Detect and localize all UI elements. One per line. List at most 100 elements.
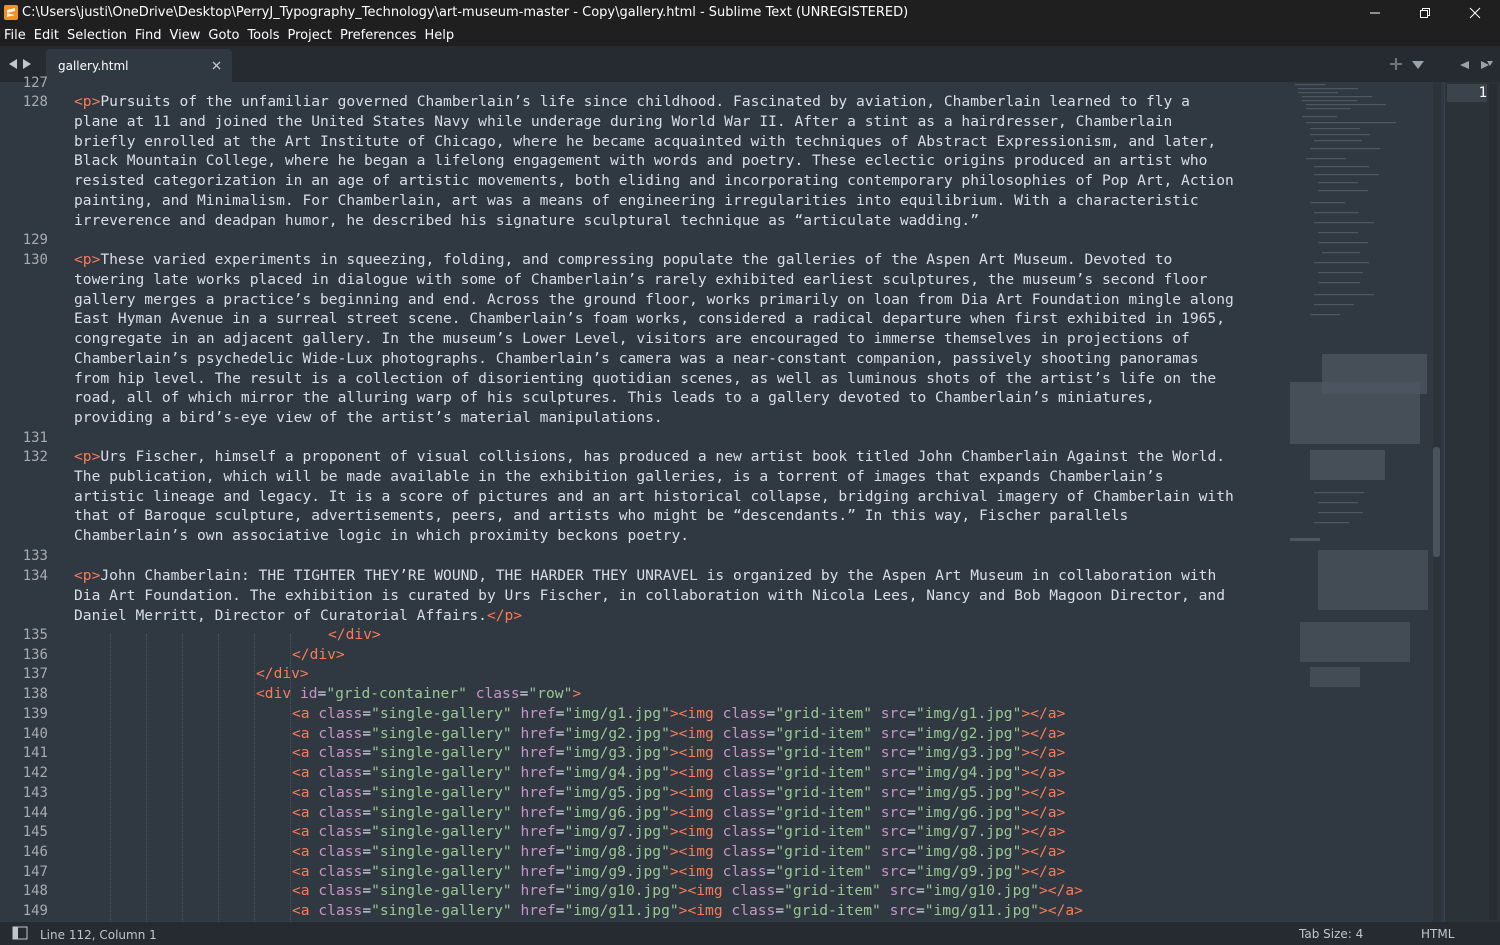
- line-number: 134: [22, 568, 48, 584]
- tab-close-icon[interactable]: [206, 61, 226, 70]
- window-title: C:\Users\justi\OneDrive\Desktop\PerryJ_T…: [22, 5, 909, 20]
- code-line-gallery: <a class="single-gallery" href="img/g9.j…: [292, 863, 1066, 880]
- code-line-gallery: <a class="single-gallery" href="img/g2.j…: [292, 725, 1066, 742]
- menu-preferences[interactable]: Preferences: [336, 28, 420, 43]
- second-editor-pane[interactable]: 1: [1444, 82, 1500, 922]
- line-number: 146: [22, 844, 48, 860]
- code-line: painting, and Minimalism. For Chamberlai…: [74, 191, 1199, 209]
- menu-help[interactable]: Help: [420, 28, 458, 43]
- code-line: </div>: [328, 626, 381, 643]
- line-number: 132: [22, 449, 48, 465]
- tab-gallery-html[interactable]: gallery.html: [46, 49, 232, 82]
- syntax-indicator[interactable]: HTML: [1421, 927, 1454, 941]
- code-line: <div id="grid-container" class="row">: [256, 685, 582, 702]
- code-line-gallery: <a class="single-gallery" href="img/g7.j…: [292, 823, 1066, 840]
- panel-toggle-icon[interactable]: [12, 926, 28, 943]
- code-line: Black Mountain College, where he began a…: [74, 152, 1208, 170]
- code-line: </div>: [256, 665, 309, 682]
- menu-bar: File Edit Selection Find View Goto Tools…: [0, 25, 1500, 46]
- menu-project[interactable]: Project: [283, 28, 335, 43]
- status-left: Line 112, Column 1: [12, 926, 157, 943]
- editor-area[interactable]: 127 128 129 130 131 132 133 134 135 136 …: [0, 75, 1500, 922]
- pane-right-icon[interactable]: [1480, 55, 1494, 74]
- code-line: East Hyman Avenue in a surreal street sc…: [74, 310, 1225, 328]
- line-number: 149: [22, 903, 48, 919]
- arrow-right-icon[interactable]: [22, 55, 32, 74]
- new-tab-plus-icon[interactable]: [1390, 55, 1402, 74]
- code-line: irreverence and deadpan humor, he descri…: [74, 211, 979, 229]
- status-bar: Line 112, Column 1 Tab Size: 4 HTML: [0, 922, 1500, 945]
- code-line: resisted categorization in an age of art…: [74, 172, 1234, 189]
- line-number: 1: [1447, 84, 1487, 102]
- code-line-gallery: <a class="single-gallery" href="img/g11.…: [292, 902, 1083, 919]
- code-line: Chamberlain’s psychedelic Wide-Lux photo…: [74, 349, 1199, 367]
- code-line: towering late works placed in dialogue w…: [74, 270, 1208, 288]
- code-line-gallery: <a class="single-gallery" href="img/g4.j…: [292, 764, 1066, 781]
- code-line: from hip level. The result is a collecti…: [74, 369, 1217, 387]
- line-number: 138: [22, 686, 48, 702]
- line-number: 141: [22, 745, 48, 761]
- code-line: congregate in an adjacent gallery. In th…: [74, 330, 1190, 347]
- code-line: Daniel Merritt, Director of Curatorial A…: [74, 606, 523, 624]
- menu-view[interactable]: View: [166, 28, 205, 43]
- tab-bar: gallery.html: [0, 46, 1500, 82]
- code-line-gallery: <a class="single-gallery" href="img/g8.j…: [292, 843, 1066, 860]
- line-number: 130: [22, 252, 48, 268]
- pane-left-icon[interactable]: [1458, 55, 1470, 74]
- code-line: Dia Art Foundation. The exhibition is cu…: [74, 586, 1225, 604]
- code-line: plane at 11 and joined the United States…: [74, 112, 1173, 130]
- line-number: 144: [22, 805, 48, 821]
- line-number: 140: [22, 726, 48, 742]
- code-line: <p>Urs Fischer, himself a proponent of v…: [74, 448, 1226, 465]
- tabbar-controls: [1390, 55, 1494, 74]
- menu-goto[interactable]: Goto: [204, 28, 243, 43]
- code-line: briefly enrolled at the Art Institute of…: [74, 132, 1217, 150]
- scrollbar-thumb[interactable]: [1433, 447, 1440, 557]
- arrow-left-icon[interactable]: [8, 55, 18, 74]
- line-number: 148: [22, 883, 48, 899]
- menu-file[interactable]: File: [0, 28, 30, 43]
- menu-find[interactable]: Find: [131, 28, 166, 43]
- code-line-gallery: <a class="single-gallery" href="img/g1.j…: [292, 705, 1066, 722]
- tab-size-indicator[interactable]: Tab Size: 4: [1299, 927, 1363, 941]
- line-number: 127: [22, 75, 48, 91]
- menu-selection[interactable]: Selection: [63, 28, 131, 43]
- minimap[interactable]: [1290, 82, 1440, 692]
- code-line: artistic lineage and legacy. It is a sco…: [74, 487, 1234, 505]
- line-gutter: 127 128 129 130 131 132 133 134 135 136 …: [0, 75, 60, 922]
- restore-icon[interactable]: [1400, 0, 1450, 25]
- tab-nav: [8, 55, 32, 74]
- line-number: 143: [22, 785, 48, 801]
- sublime-text-icon: [4, 5, 18, 20]
- cursor-position: Line 112, Column 1: [40, 927, 157, 942]
- close-icon[interactable]: [1450, 0, 1500, 25]
- line-number: 145: [22, 824, 48, 840]
- code-line: providing a bird’s-eye view of the artis…: [74, 409, 663, 426]
- tab-label: gallery.html: [58, 58, 129, 73]
- line-number: 142: [22, 765, 48, 781]
- code-line: The publication, which will be made avai…: [74, 467, 1164, 485]
- code-line-gallery: <a class="single-gallery" href="img/g10.…: [292, 882, 1083, 899]
- code-line: Chamberlain’s own associative logic in w…: [74, 527, 690, 544]
- line-number: 128: [22, 94, 48, 110]
- line-number: 133: [22, 548, 48, 564]
- menu-tools[interactable]: Tools: [243, 28, 283, 43]
- code-line: <p>These varied experiments in squeezing…: [74, 251, 1173, 268]
- menu-edit[interactable]: Edit: [30, 28, 63, 43]
- line-number: 131: [22, 430, 48, 446]
- code-line-gallery: <a class="single-gallery" href="img/g5.j…: [292, 784, 1066, 801]
- second-pane-scrollbar[interactable]: [1489, 84, 1497, 920]
- code-line-gallery: <a class="single-gallery" href="img/g3.j…: [292, 744, 1066, 761]
- tab-list-chevron-icon[interactable]: [1412, 55, 1424, 74]
- window-controls: [1350, 0, 1500, 25]
- minimize-icon[interactable]: [1350, 0, 1400, 25]
- line-number: 136: [22, 647, 48, 663]
- code-text[interactable]: <p>Pursuits of the unfamiliar governed C…: [74, 82, 1284, 922]
- line-number: 129: [22, 232, 48, 248]
- line-number: 137: [22, 666, 48, 682]
- line-number: 135: [22, 627, 48, 643]
- code-line: gallery merges a practice’s beginning an…: [74, 290, 1234, 308]
- code-line: </div>: [292, 646, 345, 663]
- code-line-gallery: <a class="single-gallery" href="img/g6.j…: [292, 804, 1066, 821]
- title-bar: C:\Users\justi\OneDrive\Desktop\PerryJ_T…: [0, 0, 1500, 25]
